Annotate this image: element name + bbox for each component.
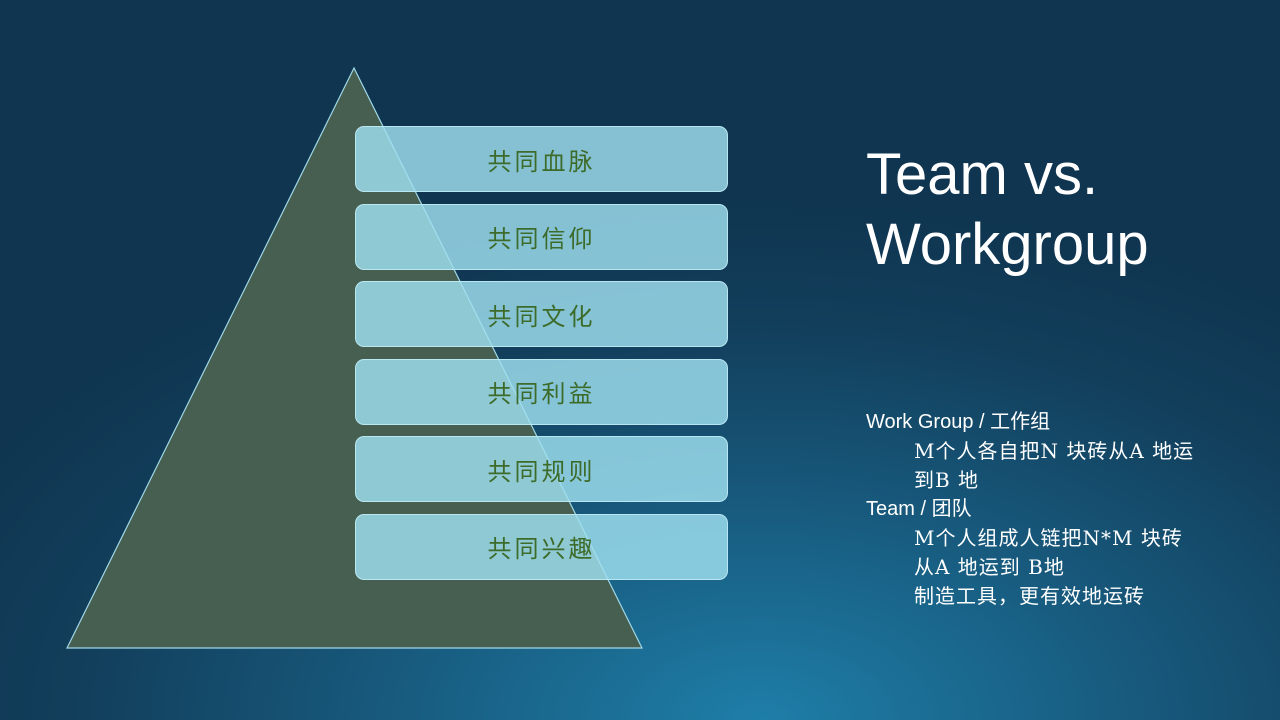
- level-bar: 共同规则: [355, 436, 728, 502]
- level-label: 共同文化: [487, 302, 596, 331]
- title-line-2: Workgroup: [866, 212, 1149, 277]
- workgroup-heading: Work Group / 工作组: [866, 411, 1051, 433]
- slide-title: Team vs. Workgroup: [866, 140, 1266, 280]
- level-bar: 共同信仰: [355, 203, 728, 270]
- workgroup-line: M个人各自把N 块砖从A 地运: [914, 439, 1195, 463]
- title-line-1: Team vs.: [866, 142, 1099, 207]
- level-bar: 共同兴趣: [355, 513, 728, 580]
- pyramid-levels: 共同血脉 共同信仰 共同文化 共同利益 共同规则 共同兴趣: [355, 126, 728, 591]
- level-label: 共同兴趣: [487, 535, 596, 563]
- team-line: 制造工具，更有效地运砖: [914, 584, 1145, 608]
- level-label: 共同血脉: [487, 147, 596, 176]
- level-label: 共同信仰: [487, 225, 596, 253]
- level-bar: 共同文化: [355, 281, 728, 347]
- comparison-notes: Work Group / 工作组 M个人各自把N 块砖从A 地运 到B 地 Te…: [866, 408, 1266, 611]
- workgroup-line: 到B 地: [914, 468, 980, 492]
- team-line: 从A 地运到 B地: [914, 555, 1065, 579]
- slide: 共同血脉 共同信仰 共同文化 共同利益 共同规则 共同兴趣 Team vs. W…: [0, 0, 1280, 720]
- team-line: M个人组成人链把N*M 块砖: [914, 526, 1183, 550]
- level-label: 共同规则: [487, 457, 596, 486]
- level-label: 共同利益: [487, 380, 596, 408]
- level-bar: 共同利益: [355, 358, 728, 425]
- level-bar: 共同血脉: [355, 126, 728, 192]
- team-heading: Team / 团队: [866, 498, 972, 520]
